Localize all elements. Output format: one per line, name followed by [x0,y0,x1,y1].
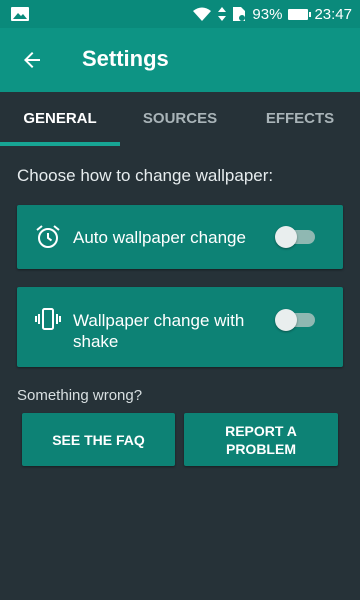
toggle-thumb [275,226,297,248]
report-problem-button[interactable]: REPORT A PROBLEM [184,413,338,466]
tab-bar: GENERAL SOURCES EFFECTS [0,92,360,146]
tab-general[interactable]: GENERAL [0,92,120,146]
label-line-1: Wallpaper change with [73,311,245,330]
battery-icon [288,8,312,20]
shake-wallpaper-change-card[interactable]: Wallpaper change with shake [17,287,343,367]
data-arrows-icon [218,7,227,21]
vibrate-phone-icon [35,308,61,330]
help-text: Something wrong? [17,387,143,404]
tab-sources[interactable]: SOURCES [120,92,240,146]
shake-wallpaper-change-label: Wallpaper change with shake [73,310,244,352]
auto-wallpaper-change-card[interactable]: Auto wallpaper change [17,205,343,269]
toggle-thumb [275,309,297,331]
auto-wallpaper-change-label: Auto wallpaper change [73,228,246,247]
wifi-icon [193,7,212,21]
image-icon [11,7,29,21]
page-title: Settings [82,46,169,71]
see-faq-button[interactable]: SEE THE FAQ [22,413,175,466]
clock: 23:47 [314,5,352,23]
status-bar: 93% 23:47 [0,0,360,28]
tab-effects[interactable]: EFFECTS [240,92,360,146]
sim-icon [233,7,246,21]
report-button-line-2: PROBLEM [225,440,296,457]
report-button-line-1: REPORT A [225,422,297,439]
section-hint: Choose how to change wallpaper: [17,166,274,185]
tab-indicator [0,142,120,146]
battery-percent: 93% [252,5,283,23]
app-bar: Settings [0,28,360,92]
label-line-2: shake [73,332,119,351]
auto-wallpaper-change-toggle[interactable] [275,226,315,248]
arrow-left-icon[interactable] [20,48,44,72]
shake-wallpaper-change-toggle[interactable] [275,309,315,331]
alarm-clock-icon [36,225,60,248]
